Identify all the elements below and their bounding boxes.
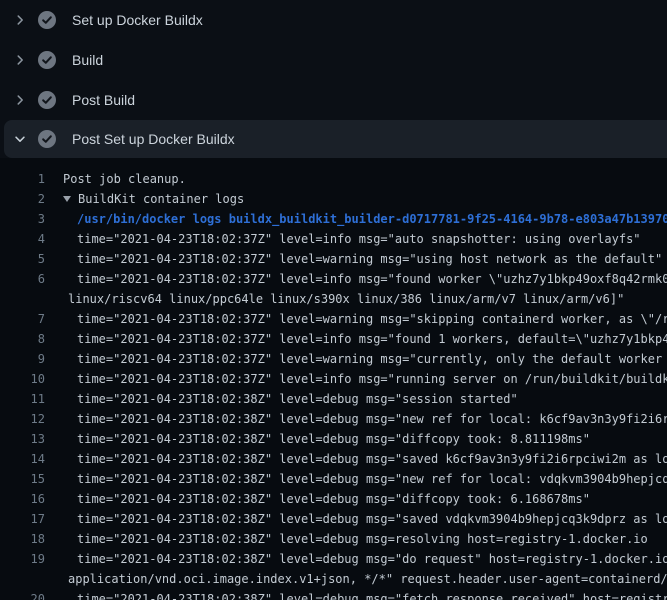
log-line[interactable]: 6 time="2021-04-23T18:02:37Z" level=info … [0, 269, 667, 289]
line-number[interactable]: 9 [0, 349, 45, 369]
steps-list: Set up Docker Buildx Build Post Build Post … [0, 0, 667, 158]
log-line[interactable]: 2 BuildKit container logs [0, 189, 667, 209]
log-text: Post job cleanup. [63, 169, 667, 189]
log-text: time="2021-04-23T18:02:37Z" level=warnin… [63, 249, 667, 269]
log-line[interactable]: 11 time="2021-04-23T18:02:38Z" level=debu… [0, 389, 667, 409]
log-text: time="2021-04-23T18:02:37Z" level=info m… [63, 369, 667, 389]
line-number[interactable]: 16 [0, 489, 45, 509]
log-line[interactable]: 7 time="2021-04-23T18:02:37Z" level=warni… [0, 309, 667, 329]
line-number[interactable]: 1 [0, 169, 45, 189]
line-number[interactable]: 2 [0, 189, 45, 209]
check-circle-icon [38, 91, 56, 109]
group-toggle-triangle-down-icon[interactable] [63, 196, 71, 202]
log-text: time="2021-04-23T18:02:38Z" level=debug … [63, 549, 667, 569]
line-number[interactable]: 18 [0, 529, 45, 549]
step-label: Post Set up Docker Buildx [72, 131, 235, 147]
log-text: time="2021-04-23T18:02:37Z" level=info m… [63, 229, 667, 249]
line-number[interactable]: 6 [0, 269, 45, 289]
line-number [0, 569, 45, 589]
log-line[interactable]: application/vnd.oci.image.index.v1+json,… [0, 569, 667, 589]
log-line[interactable]: 5 time="2021-04-23T18:02:37Z" level=warni… [0, 249, 667, 269]
step-row-post-set-up-docker-buildx[interactable]: Post Set up Docker Buildx [4, 120, 667, 158]
step-row-set-up-docker-buildx[interactable]: Set up Docker Buildx [0, 0, 667, 40]
log-line[interactable]: 1 Post job cleanup. [0, 169, 667, 189]
log-line[interactable]: linux/riscv64 linux/ppc64le linux/s390x … [0, 289, 667, 309]
log-text: time="2021-04-23T18:02:38Z" level=debug … [63, 489, 667, 509]
step-row-build[interactable]: Build [0, 40, 667, 80]
log-line[interactable]: 16 time="2021-04-23T18:02:38Z" level=debu… [0, 489, 667, 509]
log-text: time="2021-04-23T18:02:37Z" level=info m… [63, 329, 667, 349]
check-circle-icon [38, 51, 56, 69]
line-number[interactable]: 8 [0, 329, 45, 349]
log-text: time="2021-04-23T18:02:37Z" level=warnin… [63, 349, 667, 369]
check-circle-icon [38, 130, 56, 148]
chevron-down-icon[interactable] [10, 131, 30, 147]
step-label: Set up Docker Buildx [72, 12, 203, 28]
line-number [0, 289, 45, 309]
log-line[interactable]: 10 time="2021-04-23T18:02:37Z" level=info… [0, 369, 667, 389]
log-line[interactable]: 14 time="2021-04-23T18:02:38Z" level=debu… [0, 449, 667, 469]
line-number[interactable]: 14 [0, 449, 45, 469]
log-text: application/vnd.oci.image.index.v1+json,… [63, 569, 667, 589]
line-number[interactable]: 11 [0, 389, 45, 409]
log-text: time="2021-04-23T18:02:38Z" level=debug … [63, 449, 667, 469]
chevron-right-icon[interactable] [10, 12, 30, 28]
log-line[interactable]: 12 time="2021-04-23T18:02:38Z" level=debu… [0, 409, 667, 429]
log-line[interactable]: 20 time="2021-04-23T18:02:38Z" level=debu… [0, 589, 667, 600]
log-line[interactable]: 17 time="2021-04-23T18:02:38Z" level=debu… [0, 509, 667, 529]
log-panel: 1 Post job cleanup. 2 BuildKit container lo… [0, 158, 667, 600]
log-line[interactable]: 18 time="2021-04-23T18:02:38Z" level=debu… [0, 529, 667, 549]
log-text: time="2021-04-23T18:02:38Z" level=debug … [63, 589, 667, 600]
log-text: time="2021-04-23T18:02:38Z" level=debug … [63, 469, 667, 489]
line-number[interactable]: 10 [0, 369, 45, 389]
step-label: Build [72, 52, 103, 68]
log-text: linux/riscv64 linux/ppc64le linux/s390x … [63, 289, 667, 309]
line-number[interactable]: 4 [0, 229, 45, 249]
step-row-post-build[interactable]: Post Build [0, 80, 667, 120]
log-line[interactable]: 3/usr/bin/docker logs buildx_buildkit_bu… [0, 209, 667, 229]
line-number[interactable]: 13 [0, 429, 45, 449]
log-text: time="2021-04-23T18:02:38Z" level=debug … [63, 389, 667, 409]
log-text: time="2021-04-23T18:02:37Z" level=warnin… [63, 309, 667, 329]
log-text: time="2021-04-23T18:02:38Z" level=debug … [63, 529, 667, 549]
line-number[interactable]: 19 [0, 549, 45, 569]
log-text: time="2021-04-23T18:02:38Z" level=debug … [63, 429, 667, 449]
line-number[interactable]: 20 [0, 589, 45, 600]
log-line[interactable]: 4 time="2021-04-23T18:02:37Z" level=info … [0, 229, 667, 249]
log-line[interactable]: 9 time="2021-04-23T18:02:37Z" level=warni… [0, 349, 667, 369]
log-line[interactable]: 13 time="2021-04-23T18:02:38Z" level=debu… [0, 429, 667, 449]
check-circle-icon [38, 11, 56, 29]
chevron-right-icon[interactable] [10, 52, 30, 68]
chevron-right-icon[interactable] [10, 92, 30, 108]
step-label: Post Build [72, 92, 135, 108]
log-text: time="2021-04-23T18:02:37Z" level=info m… [63, 269, 667, 289]
log-text: time="2021-04-23T18:02:38Z" level=debug … [63, 509, 667, 529]
line-number[interactable]: 12 [0, 409, 45, 429]
command-text: /usr/bin/docker logs buildx_buildkit_bui… [63, 209, 667, 229]
line-number[interactable]: 15 [0, 469, 45, 489]
group-label: BuildKit container logs [78, 192, 244, 206]
log-text: time="2021-04-23T18:02:38Z" level=debug … [63, 409, 667, 429]
line-number[interactable]: 7 [0, 309, 45, 329]
line-number[interactable]: 5 [0, 249, 45, 269]
log-text: BuildKit container logs [63, 189, 667, 209]
line-number[interactable]: 17 [0, 509, 45, 529]
log-line[interactable]: 19 time="2021-04-23T18:02:38Z" level=debu… [0, 549, 667, 569]
log-line[interactable]: 8 time="2021-04-23T18:02:37Z" level=info … [0, 329, 667, 349]
log-line[interactable]: 15 time="2021-04-23T18:02:38Z" level=debu… [0, 469, 667, 489]
line-number[interactable]: 3 [0, 209, 45, 229]
